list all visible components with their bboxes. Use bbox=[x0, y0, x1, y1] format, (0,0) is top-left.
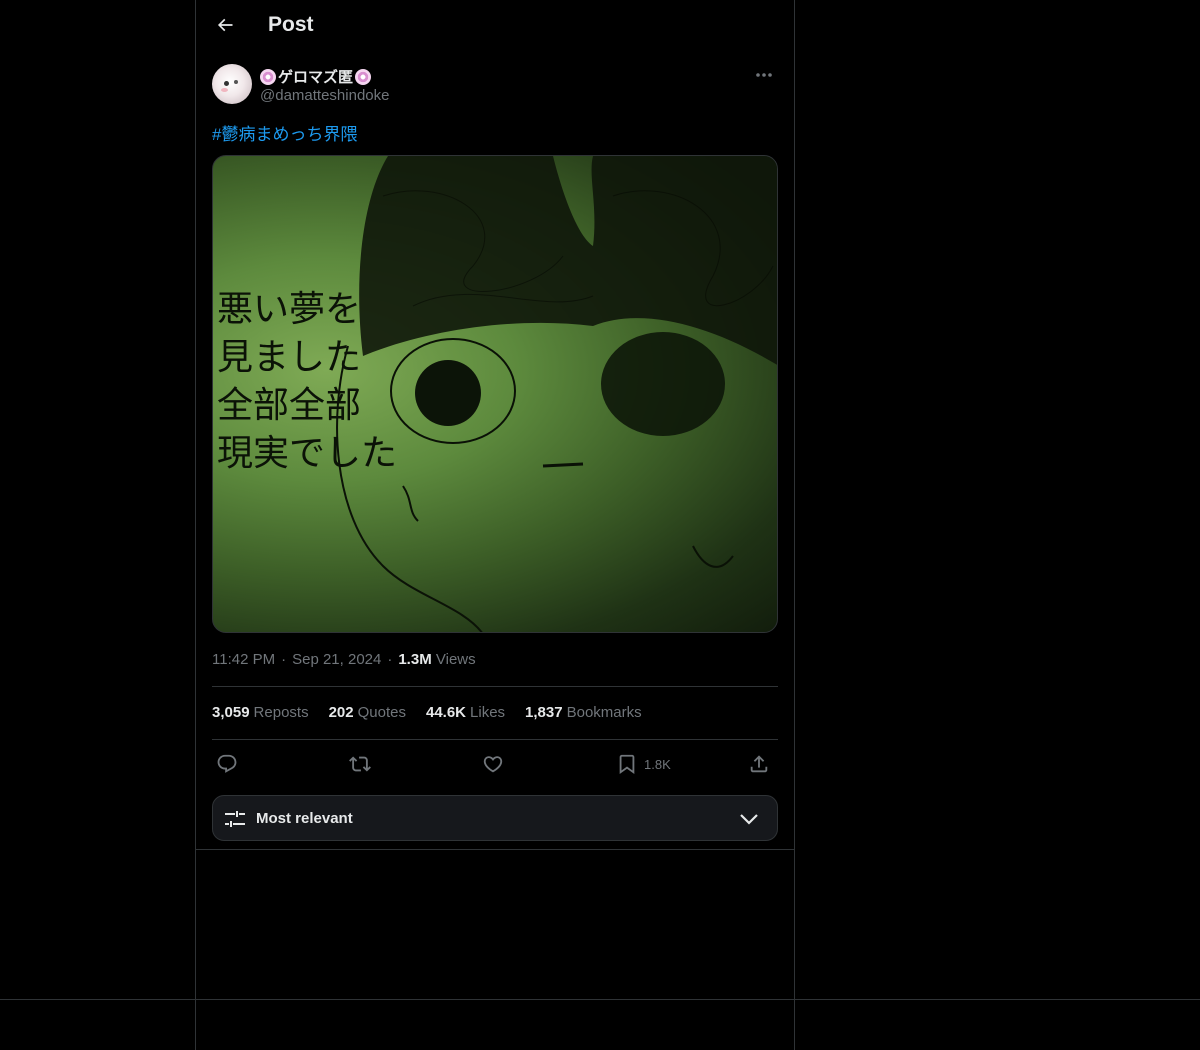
views-count: 1.3M bbox=[398, 651, 432, 668]
post-date[interactable]: Sep 21, 2024 bbox=[292, 651, 381, 668]
handwritten-line: 全部全部 bbox=[217, 385, 362, 426]
flower-emoji-icon bbox=[355, 68, 372, 85]
post-author: ゲロマズ匿 @damatteshindoke bbox=[212, 64, 778, 108]
divider bbox=[212, 739, 778, 740]
post-metadata: 11:42 PM · Sep 21, 2024 · 1.3M Views bbox=[212, 651, 476, 668]
sort-label: Most relevant bbox=[256, 810, 353, 827]
handwritten-text: 悪い夢を 見ました 全部全部 現実でした bbox=[217, 286, 397, 478]
separator-dot: · bbox=[281, 651, 287, 668]
post-image[interactable]: 悪い夢を 見ました 全部全部 現実でした bbox=[212, 155, 778, 633]
page-title: Post bbox=[268, 13, 314, 36]
post-hashtag-link[interactable]: #鬱病まめっち界隈 bbox=[212, 120, 357, 145]
repost-icon bbox=[349, 756, 371, 772]
reply-icon bbox=[217, 754, 237, 773]
handwritten-line: 見ました bbox=[217, 337, 362, 378]
reposts-stat[interactable]: 3,059 Reposts bbox=[212, 704, 309, 721]
more-options-button[interactable] bbox=[750, 64, 778, 86]
handwritten-line: 現実でした bbox=[217, 433, 398, 474]
avatar[interactable] bbox=[212, 64, 252, 104]
separator-dot: · bbox=[387, 651, 393, 668]
views-label: Views bbox=[435, 651, 476, 668]
post-stats: 3,059 Reposts 202 Quotes 44.6K Likes 1,837 B… bbox=[212, 704, 642, 721]
quotes-stat[interactable]: 202 Quotes bbox=[329, 704, 406, 721]
likes-stat[interactable]: 44.6K Likes bbox=[426, 704, 505, 721]
bookmark-button[interactable]: 1.8K bbox=[616, 748, 671, 780]
replies-sort-dropdown[interactable]: Most relevant bbox=[212, 795, 778, 841]
more-horizontal-icon bbox=[756, 73, 772, 77]
flower-emoji-icon bbox=[260, 68, 276, 85]
share-button[interactable] bbox=[748, 748, 770, 780]
bookmark-count: 1.8K bbox=[644, 756, 671, 772]
repost-button[interactable] bbox=[349, 748, 371, 780]
post-time[interactable]: 11:42 PM bbox=[212, 651, 275, 668]
arrow-left-icon bbox=[217, 18, 233, 32]
reply-button[interactable] bbox=[216, 748, 238, 780]
author-handle[interactable]: @damatteshindoke bbox=[260, 87, 389, 104]
author-name-text: ゲロマズ匿 bbox=[278, 69, 354, 86]
divider bbox=[212, 686, 778, 687]
main-column: Post ゲロマズ匿 @damatteshindoke #鬱病まめっち界隈 悪い… bbox=[195, 0, 795, 1050]
author-display-name[interactable]: ゲロマズ匿 bbox=[260, 66, 372, 87]
like-button[interactable] bbox=[482, 748, 504, 780]
page-header: Post bbox=[196, 0, 794, 54]
share-icon bbox=[750, 755, 768, 773]
sliders-icon bbox=[225, 811, 245, 827]
action-bar: 1.8K bbox=[212, 748, 778, 780]
back-button[interactable] bbox=[208, 8, 242, 42]
bookmark-icon bbox=[619, 754, 635, 775]
heart-icon bbox=[483, 756, 503, 773]
section-divider bbox=[196, 849, 794, 850]
handwritten-line: 悪い夢を bbox=[217, 289, 362, 330]
chevron-down-icon bbox=[740, 814, 758, 825]
bookmarks-stat[interactable]: 1,837 Bookmarks bbox=[525, 704, 642, 721]
